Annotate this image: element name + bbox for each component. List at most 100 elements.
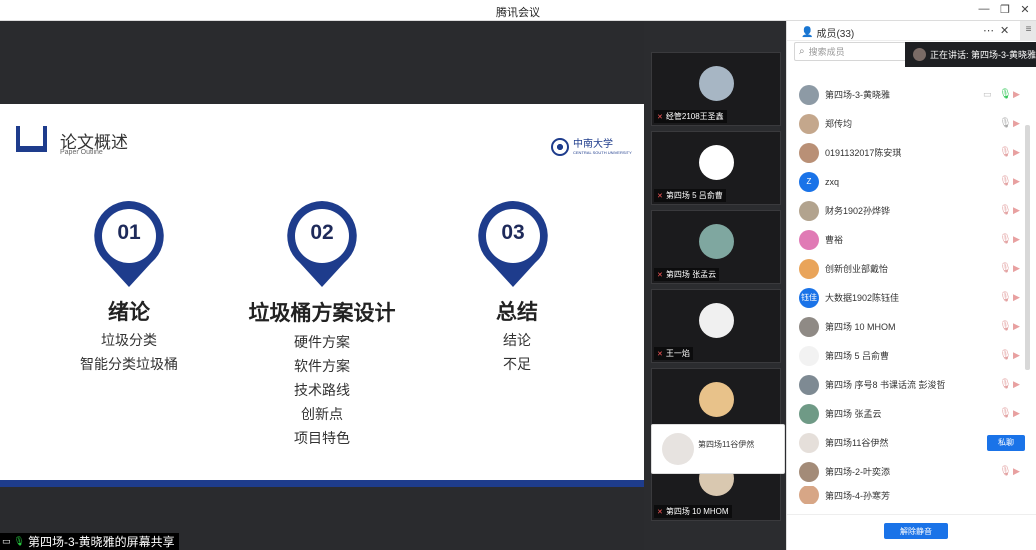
camera-off-icon: ▶	[1013, 118, 1020, 128]
camera-off-icon: ▶	[1013, 89, 1020, 99]
avatar	[799, 229, 819, 250]
avatar	[799, 84, 819, 105]
restore-icon[interactable]: ❐	[996, 3, 1014, 16]
member-name: 第四场-3-黄晓雅	[825, 90, 890, 100]
member-item[interactable]: 第四场-4-孙寒芳	[787, 486, 1025, 504]
member-name: 第四场 序号8 书课话流 彭浚哲	[825, 380, 946, 390]
screen-share-area: 论文概述 Paper Outline 中南大学 CENTRAL SOUTH UN…	[0, 21, 644, 550]
camera-off-icon: ▶	[1013, 408, 1020, 418]
mic-muted-icon: ✕	[657, 113, 663, 121]
member-item[interactable]: 钰佳 大数据1902陈钰佳 🎙 ▶	[787, 283, 1025, 312]
avatar	[699, 224, 734, 259]
member-item[interactable]: 第四场 10 MHOM 🎙 ▶	[787, 312, 1025, 341]
avatar: 钰佳	[799, 287, 819, 308]
member-item[interactable]: 郑传均 🎙 ▶	[787, 109, 1025, 138]
private-chat-button[interactable]: 私聊	[987, 434, 1025, 451]
camera-off-icon: ▶	[1013, 321, 1020, 331]
search-input[interactable]	[808, 46, 899, 57]
section-3-heading: 总结	[496, 301, 538, 324]
members-panel: 👤 成员(33) ⋯ ✕ ≡ ⌕ 正在讲话: 第四场-3-黄晓雅; 第四场-3-…	[786, 21, 1036, 550]
camera-off-icon: ▶	[1013, 466, 1020, 476]
university-logo: 中南大学 CENTRAL SOUTH UNIVERSITY	[551, 138, 632, 156]
search-box[interactable]: ⌕	[794, 42, 909, 61]
minimize-icon[interactable]: —	[975, 3, 993, 15]
section-2-heading: 垃圾桶方案设计	[248, 302, 396, 325]
avatar	[799, 258, 819, 279]
member-name: 创新创业部戴怡	[825, 264, 889, 274]
avatar	[699, 66, 734, 101]
mic-muted-icon: 🎙	[999, 234, 1012, 245]
section-1-pin: 01	[92, 199, 166, 289]
member-item[interactable]: 第四场 序号8 书课话流 彭浚哲 🎙 ▶	[787, 370, 1025, 399]
more-icon[interactable]: ⋯	[983, 24, 994, 37]
avatar	[913, 48, 926, 61]
member-item[interactable]: Z zxq 🎙 ▶	[787, 167, 1025, 196]
camera-off-icon: ▶	[1013, 234, 1020, 244]
video-tile[interactable]: ✕ 经管2108王圣鑫	[651, 52, 781, 126]
mic-muted-icon: 🎙	[999, 321, 1012, 332]
avatar	[799, 486, 819, 504]
slide-subtitle: Paper Outline	[60, 149, 103, 156]
mic-muted-icon: 🎙	[999, 176, 1012, 187]
member-item[interactable]: 第四场 张孟云 🎙 ▶	[787, 399, 1025, 428]
logo-subtext: CENTRAL SOUTH UNIVERSITY	[573, 149, 632, 155]
avatar	[799, 316, 819, 337]
avatar	[799, 432, 819, 453]
mic-on-icon: 🎙	[13, 536, 25, 546]
section-1-items: 垃圾分类 智能分类垃圾桶	[69, 328, 189, 376]
university-seal-icon	[551, 138, 569, 156]
member-item[interactable]: 第四场-2-叶奕添 🎙 ▶	[787, 457, 1025, 486]
app-title: 腾讯会议	[496, 7, 540, 19]
member-list-scrollbar[interactable]	[1025, 125, 1030, 370]
member-name: 第四场 10 MHOM	[825, 322, 896, 332]
mic-muted-icon: 🎙	[999, 350, 1012, 361]
member-name: 曹裕	[825, 235, 844, 245]
mic-muted-icon: 🎙	[999, 147, 1012, 158]
mic-muted-icon: ✕	[657, 192, 663, 200]
unmute-all-button[interactable]: 解除静音	[884, 523, 948, 539]
section-2-items: 硬件方案 软件方案 技术路线 创新点 项目特色	[262, 330, 382, 450]
member-name: 第四场 张孟云	[825, 409, 882, 419]
section-1-heading: 绪论	[108, 301, 150, 324]
member-name: 0191132017陈安琪	[825, 148, 902, 158]
section-item: 结论	[503, 332, 531, 348]
share-label-text: 第四场-3-黄晓雅的屏幕共享	[27, 535, 175, 549]
avatar	[799, 461, 819, 482]
avatar	[699, 382, 734, 417]
member-item[interactable]: 0191132017陈安琪 🎙 ▶	[787, 138, 1025, 167]
section-number: 01	[117, 221, 141, 244]
member-item[interactable]: 第四场 5 吕俞曹 🎙 ▶	[787, 341, 1025, 370]
member-name: 郑传均	[825, 119, 853, 129]
camera-off-icon: ▶	[1013, 292, 1020, 302]
shared-slide: 论文概述 Paper Outline 中南大学 CENTRAL SOUTH UN…	[0, 104, 644, 487]
member-item[interactable]: 曹裕 🎙 ▶	[787, 225, 1025, 254]
avatar	[662, 433, 694, 465]
video-tile[interactable]: ✕ 第四场 5 吕俞曹	[651, 131, 781, 205]
panel-header: 👤 成员(33) ⋯ ✕ ≡	[787, 21, 1036, 41]
mic-muted-icon: ✕	[657, 271, 663, 279]
close-icon[interactable]: ✕	[1016, 3, 1034, 16]
close-icon[interactable]: ✕	[1000, 24, 1009, 37]
member-item[interactable]: 财务1902孙烨铧 🎙 ▶	[787, 196, 1025, 225]
screen-share-icon: ▭	[983, 89, 992, 99]
avatar: Z	[799, 171, 819, 192]
section-item: 智能分类垃圾桶	[80, 356, 178, 372]
member-item[interactable]: 创新创业部戴怡 🎙 ▶	[787, 254, 1025, 283]
section-3-pin: 03	[476, 199, 550, 289]
member-item[interactable]: 第四场-3-黄晓雅 ▭ 🎙 ▶	[787, 80, 1025, 109]
video-tile[interactable]: ✕ 第四场 张孟云	[651, 210, 781, 284]
avatar	[799, 374, 819, 395]
panel-bottom-bar: 解除静音	[787, 514, 1036, 550]
tile-name: 经管2108王圣鑫	[665, 112, 724, 121]
member-name: 大数据1902陈钰佳	[825, 293, 900, 303]
video-tile[interactable]: ✕ 王一焰	[651, 289, 781, 363]
mic-muted-icon: 🎙	[999, 466, 1012, 477]
mic-icon: 🎙	[999, 118, 1012, 129]
slide-bottom-bar	[0, 480, 644, 487]
mic-muted-icon: 🎙	[999, 263, 1012, 274]
avatar	[799, 200, 819, 221]
member-item[interactable]: 第四场11谷伊然 私聊	[787, 428, 1025, 457]
avatar	[799, 113, 819, 134]
collapse-panel-icon[interactable]: ≡	[1020, 21, 1036, 41]
avatar	[799, 403, 819, 424]
